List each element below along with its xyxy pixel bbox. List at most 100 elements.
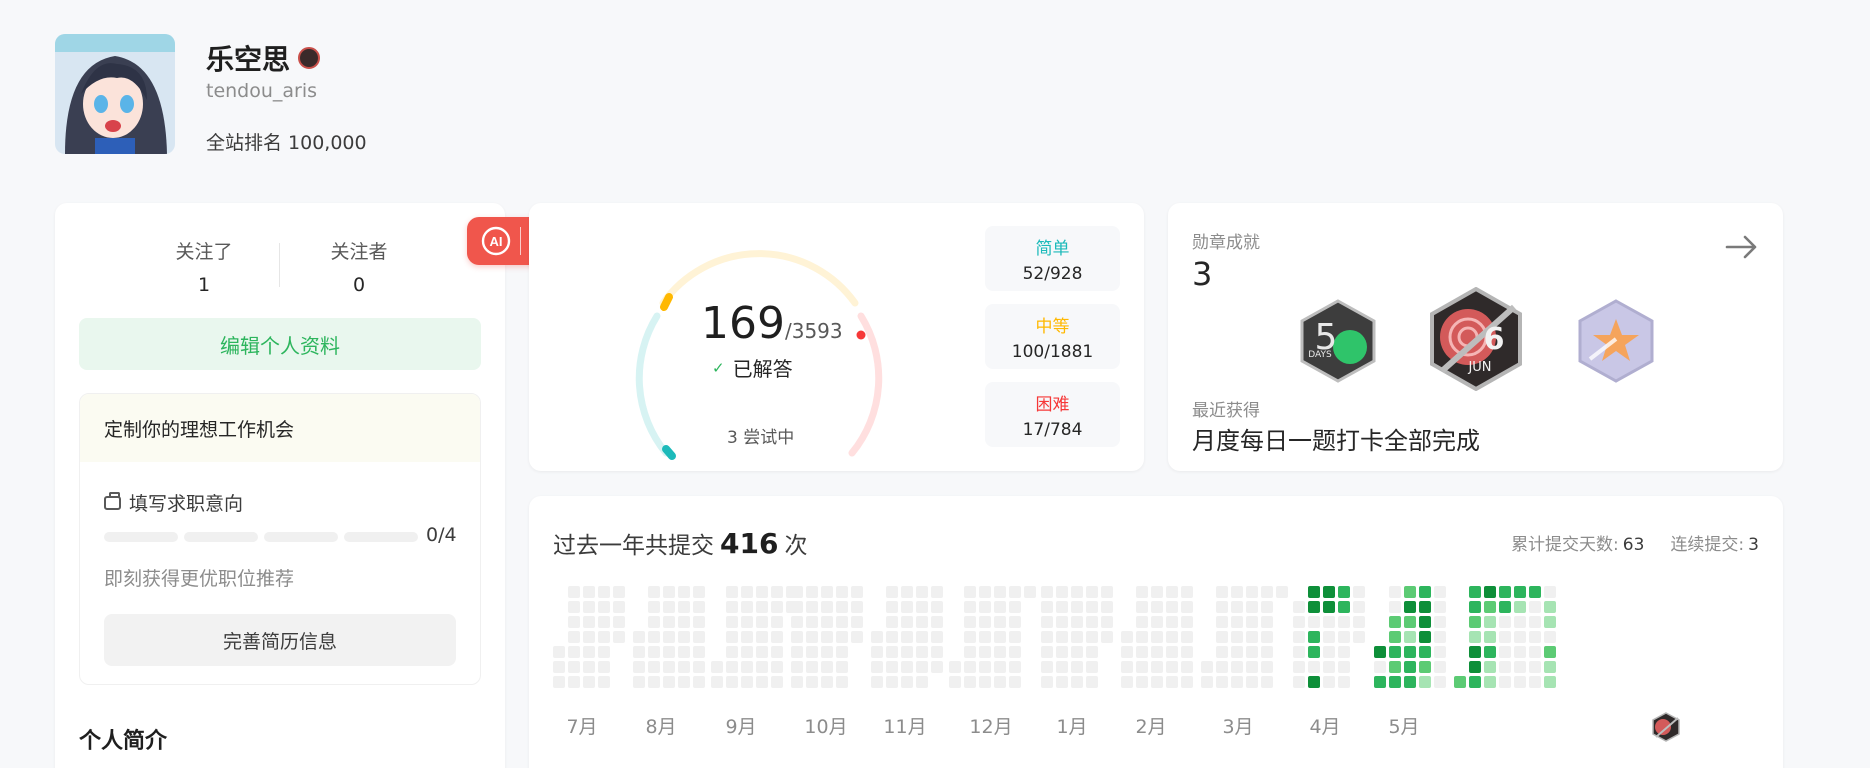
heatmap-cell[interactable]	[1181, 676, 1193, 688]
heatmap-cell[interactable]	[771, 586, 783, 598]
heatmap-cell[interactable]	[1151, 631, 1163, 643]
heatmap-cell[interactable]	[1419, 631, 1431, 643]
heatmap-cell[interactable]	[806, 676, 818, 688]
heatmap-cell[interactable]	[1166, 661, 1178, 673]
heatmap-cell[interactable]	[1514, 601, 1526, 613]
heatmap-cell[interactable]	[806, 601, 818, 613]
heatmap-cell[interactable]	[1041, 676, 1053, 688]
heatmap-cell[interactable]	[663, 601, 675, 613]
heatmap-cell[interactable]	[726, 631, 738, 643]
heatmap-cell[interactable]	[901, 601, 913, 613]
heatmap-cell[interactable]	[1151, 586, 1163, 598]
heatmap-cell[interactable]	[771, 676, 783, 688]
heatmap-cell[interactable]	[1514, 646, 1526, 658]
heatmap-cell[interactable]	[1216, 586, 1228, 598]
heatmap-cell[interactable]	[613, 616, 625, 628]
heatmap-cell[interactable]	[1514, 676, 1526, 688]
heatmap-cell[interactable]	[1404, 646, 1416, 658]
followers-stat[interactable]: 关注者 0	[279, 237, 439, 296]
heatmap-cell[interactable]	[1041, 631, 1053, 643]
heatmap-cell[interactable]	[598, 616, 610, 628]
heatmap-cell[interactable]	[693, 676, 705, 688]
following-stat[interactable]: 关注了 1	[124, 237, 284, 296]
heatmap-cell[interactable]	[886, 646, 898, 658]
heatmap-cell[interactable]	[1484, 676, 1496, 688]
heatmap-cell[interactable]	[1544, 676, 1556, 688]
heatmap-cell[interactable]	[1323, 586, 1335, 598]
heatmap-cell[interactable]	[1086, 586, 1098, 598]
heatmap-cell[interactable]	[1514, 631, 1526, 643]
heatmap-cell[interactable]	[964, 661, 976, 673]
heatmap-cell[interactable]	[806, 661, 818, 673]
heatmap-cell[interactable]	[1454, 676, 1466, 688]
ai-icon[interactable]: AI	[478, 223, 514, 259]
heatmap-cell[interactable]	[1086, 631, 1098, 643]
heatmap-cell[interactable]	[1293, 616, 1305, 628]
heatmap-cell[interactable]	[1389, 646, 1401, 658]
heatmap-cell[interactable]	[1469, 661, 1481, 673]
heatmap-cell[interactable]	[1323, 601, 1335, 613]
heatmap-cell[interactable]	[1056, 631, 1068, 643]
heatmap-cell[interactable]	[1323, 661, 1335, 673]
month-badge-icon[interactable]	[1651, 712, 1681, 742]
heatmap-cell[interactable]	[916, 601, 928, 613]
heatmap-cell[interactable]	[931, 586, 943, 598]
heatmap-cell[interactable]	[1293, 631, 1305, 643]
heatmap-cell[interactable]	[1121, 661, 1133, 673]
heatmap-cell[interactable]	[1071, 586, 1083, 598]
heatmap-cell[interactable]	[598, 676, 610, 688]
heatmap-cell[interactable]	[1529, 616, 1541, 628]
heatmap-cell[interactable]	[1308, 661, 1320, 673]
heatmap-cell[interactable]	[1404, 676, 1416, 688]
heatmap-cell[interactable]	[678, 646, 690, 658]
heatmap-cell[interactable]	[693, 646, 705, 658]
heatmap-cell[interactable]	[568, 586, 580, 598]
heatmap-cell[interactable]	[1216, 601, 1228, 613]
heatmap-cell[interactable]	[1121, 631, 1133, 643]
heatmap-cell[interactable]	[1469, 631, 1481, 643]
heatmap-cell[interactable]	[1009, 586, 1021, 598]
heatmap-cell[interactable]	[979, 661, 991, 673]
heatmap-cell[interactable]	[964, 676, 976, 688]
heatmap-cell[interactable]	[1404, 601, 1416, 613]
heatmap-cell[interactable]	[756, 646, 768, 658]
heatmap-cell[interactable]	[1181, 586, 1193, 598]
heatmap-cell[interactable]	[1308, 631, 1320, 643]
heatmap-cell[interactable]	[1009, 601, 1021, 613]
heatmap-cell[interactable]	[1293, 676, 1305, 688]
heatmap-cell[interactable]	[1544, 631, 1556, 643]
heatmap-cell[interactable]	[979, 631, 991, 643]
heatmap-cell[interactable]	[994, 586, 1006, 598]
heatmap-cell[interactable]	[583, 586, 595, 598]
heatmap-cell[interactable]	[1323, 616, 1335, 628]
heatmap-cell[interactable]	[771, 646, 783, 658]
heatmap-cell[interactable]	[791, 586, 803, 598]
heatmap-cell[interactable]	[598, 601, 610, 613]
heatmap-cell[interactable]	[1544, 601, 1556, 613]
heatmap-cell[interactable]	[678, 661, 690, 673]
heatmap-cell[interactable]	[851, 631, 863, 643]
heatmap-cell[interactable]	[1071, 676, 1083, 688]
heatmap-cell[interactable]	[1101, 631, 1113, 643]
heatmap-cell[interactable]	[1136, 586, 1148, 598]
heatmap-cell[interactable]	[1024, 586, 1036, 598]
heatmap-cell[interactable]	[711, 661, 723, 673]
heatmap-cell[interactable]	[791, 676, 803, 688]
heatmap-cell[interactable]	[568, 646, 580, 658]
heatmap-cell[interactable]	[1404, 631, 1416, 643]
heatmap-cell[interactable]	[1469, 616, 1481, 628]
heatmap-cell[interactable]	[1529, 601, 1541, 613]
heatmap-cell[interactable]	[871, 631, 883, 643]
heatmap-cell[interactable]	[886, 661, 898, 673]
heatmap-cell[interactable]	[1136, 646, 1148, 658]
heatmap-cell[interactable]	[648, 676, 660, 688]
heatmap-cell[interactable]	[931, 646, 943, 658]
heatmap-cell[interactable]	[771, 661, 783, 673]
heatmap-cell[interactable]	[1071, 616, 1083, 628]
heatmap-cell[interactable]	[1041, 586, 1053, 598]
heatmap-cell[interactable]	[568, 631, 580, 643]
heatmap-cell[interactable]	[994, 601, 1006, 613]
heatmap-cell[interactable]	[1246, 586, 1258, 598]
heatmap-cell[interactable]	[613, 631, 625, 643]
heatmap-cell[interactable]	[1308, 586, 1320, 598]
